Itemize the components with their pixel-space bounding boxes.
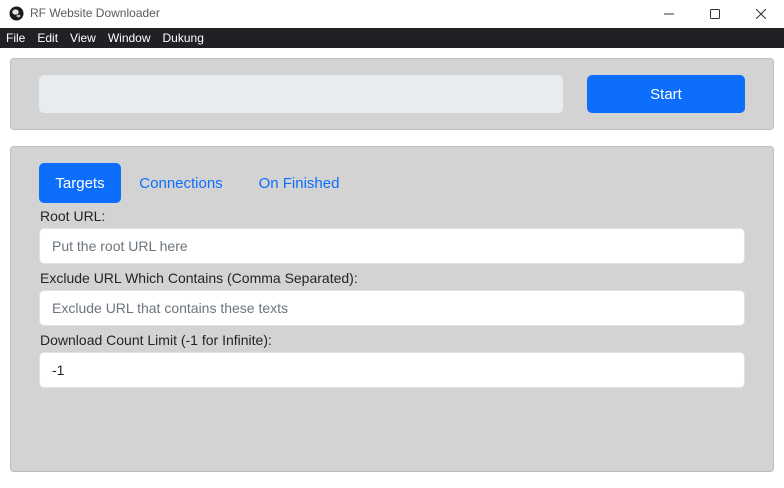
app-globe-icon [9, 6, 24, 21]
url-panel: Start [10, 58, 774, 130]
download-count-input[interactable] [39, 352, 745, 388]
menu-bar: File Edit View Window Dukung [0, 28, 784, 48]
maximize-icon [710, 9, 720, 19]
url-display-field[interactable] [39, 75, 563, 113]
start-button[interactable]: Start [587, 75, 745, 113]
menu-window[interactable]: Window [102, 28, 157, 48]
tab-targets[interactable]: Targets [39, 163, 121, 203]
root-url-input[interactable] [39, 228, 745, 264]
root-url-label: Root URL: [40, 208, 106, 224]
settings-panel: Targets Connections On Finished Root URL… [10, 146, 774, 472]
window-title: RF Website Downloader [30, 6, 160, 20]
title-bar: RF Website Downloader [0, 0, 784, 28]
menu-file[interactable]: File [0, 28, 31, 48]
menu-dukung[interactable]: Dukung [157, 28, 210, 48]
close-icon [756, 9, 766, 19]
close-button[interactable] [738, 0, 784, 28]
menu-view[interactable]: View [64, 28, 102, 48]
minimize-button[interactable] [646, 0, 692, 28]
download-count-label: Download Count Limit (-1 for Infinite): [40, 332, 272, 348]
tab-connections[interactable]: Connections [129, 163, 233, 203]
exclude-url-label: Exclude URL Which Contains (Comma Separa… [40, 270, 358, 286]
menu-edit[interactable]: Edit [31, 28, 64, 48]
maximize-button[interactable] [692, 0, 738, 28]
exclude-url-input[interactable] [39, 290, 745, 326]
tab-on-finished[interactable]: On Finished [247, 163, 351, 203]
minimize-icon [664, 9, 674, 19]
